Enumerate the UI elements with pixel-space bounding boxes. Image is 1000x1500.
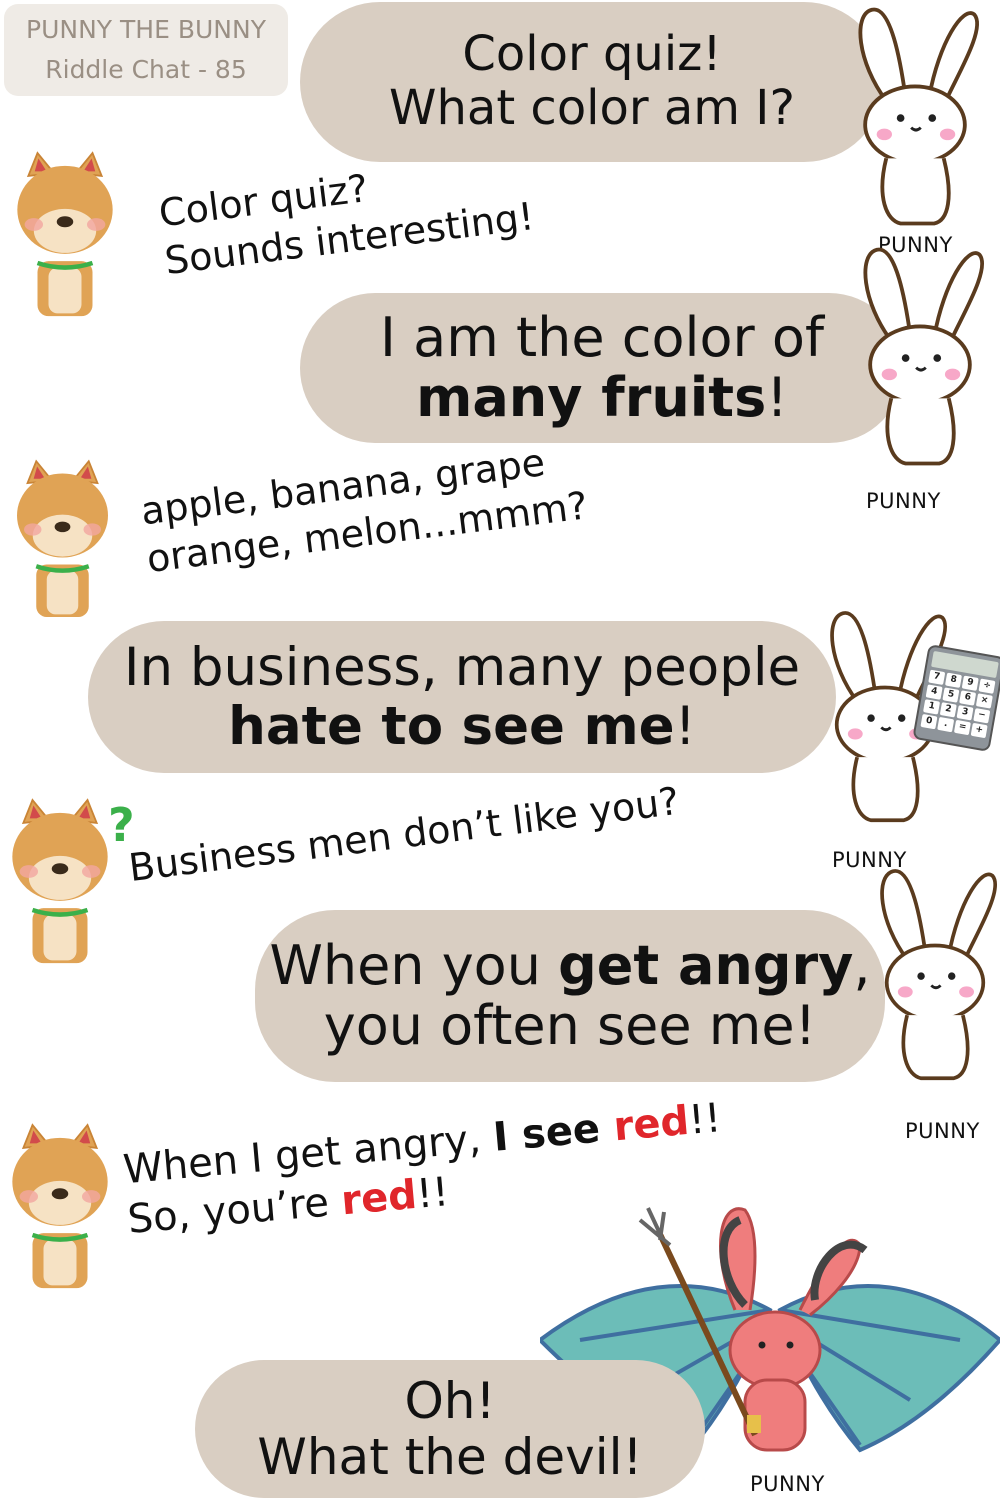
calculator-key: ×	[975, 693, 993, 709]
dog-character-icon	[5, 795, 115, 970]
message-3-line-1: In business, many people	[123, 636, 801, 698]
reply-4-line-2-end: !!	[414, 1169, 451, 1218]
bunny-character-icon	[870, 858, 1000, 1098]
calculator-key: 6	[959, 690, 977, 706]
message-3-line-2-end: !	[674, 696, 696, 757]
message-4-line-1-start: When you	[269, 933, 559, 997]
message-4-line-1-bold: get angry	[558, 933, 854, 997]
dog-character-icon	[10, 148, 120, 323]
reply-3: Business men don’t like you?	[126, 778, 682, 893]
calculator-key: ÷	[978, 678, 996, 694]
message-2-line-2-bold: many fruits	[416, 366, 767, 429]
calculator-icon: 7 8 9 ÷ 4 5 6 × 1 2 3− 0. = +	[912, 643, 1000, 753]
reply-1: Color quiz? Sounds interesting!	[156, 145, 537, 285]
message-1-line-1: Color quiz!	[462, 26, 722, 83]
message-bubble-1: Color quiz! What color am I?	[300, 2, 884, 162]
message-5-line-2: What the devil!	[257, 1428, 643, 1486]
message-bubble-4: When you get angry, you often see me!	[255, 910, 885, 1082]
reply-3-line-1: Business men don’t like you?	[126, 778, 682, 891]
message-bubble-5: Oh! What the devil!	[195, 1360, 705, 1498]
message-3-line-2-bold: hate to see me	[228, 696, 675, 757]
message-bubble-3: In business, many people hate to see me!	[88, 621, 836, 773]
speaker-label: PUNNY	[750, 1472, 825, 1496]
calculator-key: 7	[928, 669, 946, 686]
speaker-label: PUNNY	[866, 489, 941, 513]
title-tag: PUNNY THE BUNNY Riddle Chat - 85	[4, 4, 288, 96]
dog-character-icon	[5, 1120, 115, 1295]
calculator-key: −	[973, 708, 991, 724]
message-bubble-2: I am the color of many fruits!	[300, 293, 904, 443]
calculator-key: 9	[961, 675, 979, 691]
app-title: PUNNY THE BUNNY	[26, 15, 266, 44]
calculator-key: =	[953, 719, 971, 736]
calculator-key: 0	[920, 713, 938, 730]
app-subtitle: Riddle Chat - 85	[45, 55, 247, 84]
calculator-key: 1	[923, 699, 941, 715]
calculator-key: 5	[942, 687, 960, 703]
calculator-key: 4	[925, 684, 943, 700]
calculator-key: 8	[944, 672, 963, 688]
message-4-line-2: you often see me!	[323, 994, 817, 1057]
calculator-key: +	[970, 722, 988, 739]
message-2-line-1: I am the color of	[380, 305, 824, 369]
message-2-line-2-end: !	[766, 366, 788, 429]
speaker-label: PUNNY	[905, 1119, 980, 1143]
calculator-key: 3	[956, 705, 974, 721]
dog-character-icon	[10, 455, 115, 625]
bunny-character-icon	[845, 245, 995, 475]
reply-4-line-1-end: !!	[686, 1095, 723, 1144]
calculator-key: 2	[939, 702, 957, 718]
message-5-line-1: Oh!	[404, 1372, 496, 1430]
message-4-line-1-end: ,	[853, 933, 871, 997]
bunny-character-icon	[845, 5, 985, 235]
reply-4-line-1-red: red	[611, 1097, 691, 1151]
message-1-line-2: What color am I?	[389, 80, 795, 136]
reply-2: apple, banana, grape orange, melon...mmm…	[138, 435, 591, 583]
reply-4-line-2-red: red	[339, 1171, 419, 1225]
reply-4-line-1-bold: I see	[491, 1104, 616, 1161]
calculator-key: .	[937, 716, 955, 733]
